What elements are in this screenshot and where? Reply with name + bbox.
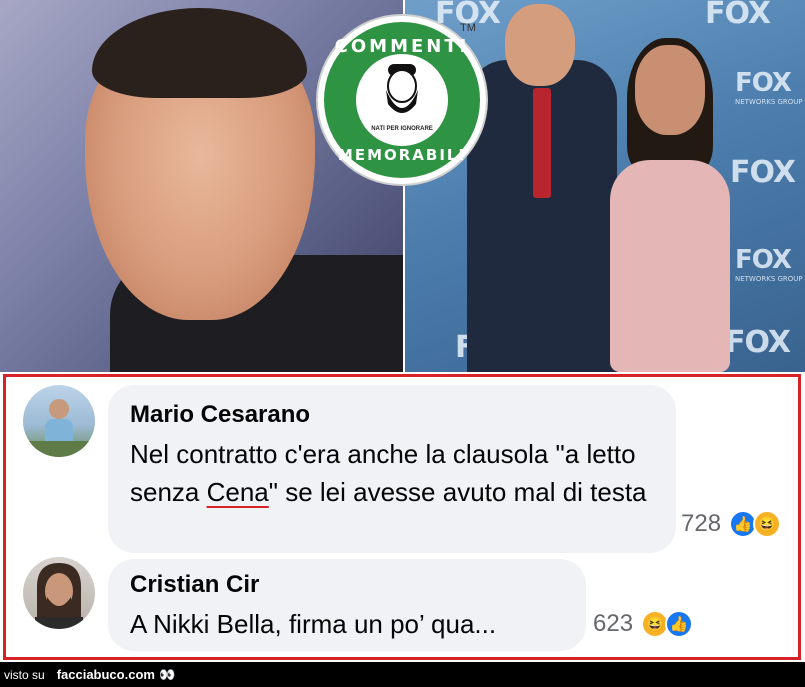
trademark: TM	[460, 22, 476, 34]
person-icon	[23, 399, 95, 457]
avatar[interactable]	[23, 385, 95, 457]
footer-prefix: visto su	[4, 667, 45, 682]
woman-face-shape	[635, 45, 705, 135]
comment-text: A Nikki Bella, firma un po’ qua...	[130, 609, 497, 639]
fox-logo: FOX NETWORKS GROUP	[735, 245, 803, 283]
reaction-summary[interactable]: 623 😆 👍	[593, 610, 694, 638]
badge-sub-text: NATI PER IGNORARE	[371, 126, 433, 132]
fox-logo: FOX	[730, 155, 796, 190]
comment-author[interactable]: Cristian Cir	[130, 571, 259, 599]
man-face-shape	[505, 4, 575, 86]
footer-bar: visto su facciabuco.com 👀	[0, 662, 805, 687]
haha-icon: 😆	[753, 510, 782, 538]
comment-text: Nel contratto c'era anche la clausola "a…	[130, 439, 647, 507]
badge-top-text: COMMENTI	[334, 36, 470, 57]
dress-shape	[610, 160, 730, 372]
tie-shape	[533, 88, 551, 198]
fox-logo: FOX	[725, 325, 791, 360]
reaction-count: 728	[681, 510, 722, 537]
comment-author[interactable]: Mario Cesarano	[130, 401, 310, 429]
like-icon: 👍	[665, 610, 694, 638]
comment-bubble: Mario Cesarano Nel contratto c'era anche…	[108, 385, 676, 553]
eyes-icon: 👀	[158, 666, 176, 682]
commenti-memorabili-badge: COMMENTI MEMORABILI NATI PER IGNORARE	[318, 16, 486, 184]
fox-logo: FOX NETWORKS GROUP	[735, 68, 803, 106]
reaction-count: 623	[593, 610, 634, 637]
comment-bubble: Cristian Cir A Nikki Bella, firma un po’…	[108, 559, 586, 651]
avatar[interactable]	[23, 557, 95, 629]
header-photo: FOX FOX FOX NETWORKS GROUP FOX FOX NETWORK…	[0, 0, 805, 372]
bearded-face-icon	[386, 64, 418, 113]
hair-shape	[92, 8, 307, 98]
comment-section: Mario Cesarano Nel contratto c'era anche…	[3, 374, 801, 660]
reaction-summary[interactable]: 728 👍 😆	[681, 510, 782, 538]
site-link[interactable]: facciabuco.com	[57, 667, 155, 682]
person-icon	[35, 563, 83, 629]
badge-bottom-text: MEMORABILI	[337, 146, 467, 164]
fox-logo: FOX	[705, 0, 771, 31]
